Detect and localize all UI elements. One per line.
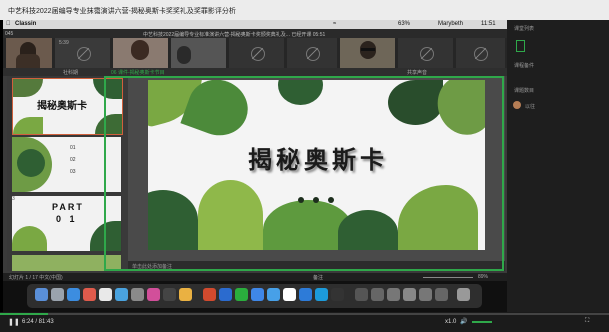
video-tile-teacher[interactable] [6, 38, 52, 68]
battery-percent: 63% [398, 21, 411, 27]
player-title-bar: 中艺科技2022届编导专业抹霭演讲六营-揭秘奥斯卡奖奖礼及奖罪影评分析 [0, 0, 609, 20]
classin-topbar: 045 中艺科技2022届编导专业标准演讲六营-揭秘奥斯卡奖颁奖典礼及... 已… [3, 29, 507, 38]
podcasts-icon[interactable] [147, 288, 160, 301]
classin-class-title: 中艺科技2022届编导专业标准演讲六营-揭秘奥斯卡奖颁奖典礼及... 已经开课 … [143, 32, 326, 38]
tile-time: 5:39 [59, 40, 69, 46]
window-thumbnail-icon[interactable] [435, 288, 448, 301]
video-tile-6[interactable] [287, 38, 337, 68]
notes-toggle[interactable]: 备注 [313, 274, 323, 281]
zoom-slider[interactable] [423, 277, 473, 278]
window-thumbnail-icon[interactable] [419, 288, 432, 301]
video-tile-2[interactable]: 5:39 [55, 38, 110, 68]
settings-icon[interactable] [131, 288, 144, 301]
panel-item-class-list[interactable]: 课堂列表 [514, 25, 534, 32]
launchpad-icon[interactable] [51, 288, 64, 301]
wechat-icon[interactable] [235, 288, 248, 301]
classin-icon[interactable] [299, 288, 312, 301]
menubar-user[interactable]: Marybeth [438, 21, 463, 27]
panel-toggle-icon[interactable] [516, 40, 525, 52]
playback-speed[interactable]: x1.0 [445, 319, 456, 325]
window-thumbnail-icon[interactable] [403, 288, 416, 301]
mac-dock [3, 281, 507, 312]
apple-tv-icon[interactable] [163, 288, 176, 301]
right-side-panel: 课堂列表 课程备件 课题数目 以往 [507, 20, 609, 312]
thumbnail-part-number: 0 1 [56, 214, 78, 224]
video-tile-5[interactable] [229, 38, 284, 68]
zoom-level: 89% [478, 274, 489, 280]
thumbnail-row: 02 [70, 157, 76, 163]
video-tile-3[interactable] [113, 38, 168, 68]
menubar-app-name[interactable]: Classin [15, 21, 36, 27]
video-tile-4[interactable] [171, 38, 226, 68]
chrome-icon[interactable] [283, 288, 296, 301]
window-thumbnail-icon[interactable] [371, 288, 384, 301]
finder-icon[interactable] [35, 288, 48, 301]
dock-shelf [27, 284, 482, 308]
feishu-icon[interactable] [267, 288, 280, 301]
panel-item-courseware[interactable]: 课程备件 [514, 62, 534, 69]
avatar [513, 101, 521, 109]
capcut-icon[interactable] [331, 288, 344, 301]
qq-icon[interactable] [315, 288, 328, 301]
progress-track[interactable] [0, 313, 609, 315]
camera-off-icon [251, 47, 265, 61]
powerpoint-icon[interactable] [203, 288, 216, 301]
thumbnail-row: 01 [70, 145, 76, 151]
camera-off-icon [77, 47, 91, 61]
ppt-status-bar: 幻灯片 1 / 17 中文(中国) 备注 89% [3, 273, 507, 281]
downloads-icon[interactable] [355, 288, 368, 301]
screen-share-frame [104, 76, 504, 271]
calendar-icon[interactable] [83, 288, 96, 301]
video-tile-8[interactable] [398, 38, 453, 68]
window-thumbnail-icon[interactable] [387, 288, 400, 301]
camera-off-icon [306, 47, 320, 61]
camera-off-icon [474, 47, 488, 61]
app-store-icon[interactable] [115, 288, 128, 301]
camera-off-icon [420, 47, 434, 61]
panel-item-topics[interactable]: 课题数目 [514, 87, 534, 94]
classin-code: 045 [5, 31, 14, 37]
trash-icon[interactable] [457, 288, 470, 301]
mac-menubar:  Classin ≈ 63% Marybeth 11:51 [3, 20, 507, 29]
thumbnail-row: 03 [70, 169, 76, 175]
thumbnail-title: 揭秘奥斯卡 [37, 101, 87, 112]
menubar-clock: 11:51 [481, 21, 496, 27]
slide-counter: 幻灯片 1 / 17 中文(中国) [9, 275, 63, 281]
player-title: 中艺科技2022届编导专业抹霭演讲六营-揭秘奥斯卡奖奖礼及奖罪影评分析 [8, 8, 236, 15]
player-controls [0, 312, 609, 332]
thumbnail-part-text: PART [52, 202, 84, 212]
word-icon[interactable] [219, 288, 232, 301]
thumbnail-number: 3 [12, 196, 15, 202]
video-strip: 5:39 [3, 38, 507, 68]
panel-user-name: 以往 [525, 104, 536, 110]
volume-slider[interactable] [472, 321, 492, 323]
video-tile-9[interactable] [456, 38, 505, 68]
wifi-icon[interactable]: ≈ [333, 21, 336, 27]
person-silhouette [131, 40, 149, 60]
ppt-file-title: 06 课件-揭秘奥斯卡节目 [111, 70, 165, 76]
video-tile-7[interactable] [340, 38, 395, 68]
apple-icon[interactable]:  [6, 21, 11, 27]
fullscreen-icon[interactable]: ⛶ [585, 318, 589, 325]
share-sound-button[interactable]: 共享声音 [407, 69, 427, 76]
playback-time: 6:24 / 81:43 [22, 319, 54, 325]
notes-icon[interactable] [179, 288, 192, 301]
person-body [16, 54, 40, 68]
tencent-meeting-icon[interactable] [251, 288, 264, 301]
photos-icon[interactable] [99, 288, 112, 301]
ppt-left-label: 社科期 [63, 70, 79, 76]
pause-icon[interactable]: ❚❚ [8, 318, 20, 326]
person-silhouette [177, 46, 191, 64]
safari-icon[interactable] [67, 288, 80, 301]
glasses [361, 48, 375, 51]
progress-fill [0, 313, 48, 315]
ppt-titlebar: 社科期 06 课件-揭秘奥斯卡节目 共享声音 [3, 68, 507, 76]
volume-icon[interactable]: 🔊 [460, 318, 467, 325]
